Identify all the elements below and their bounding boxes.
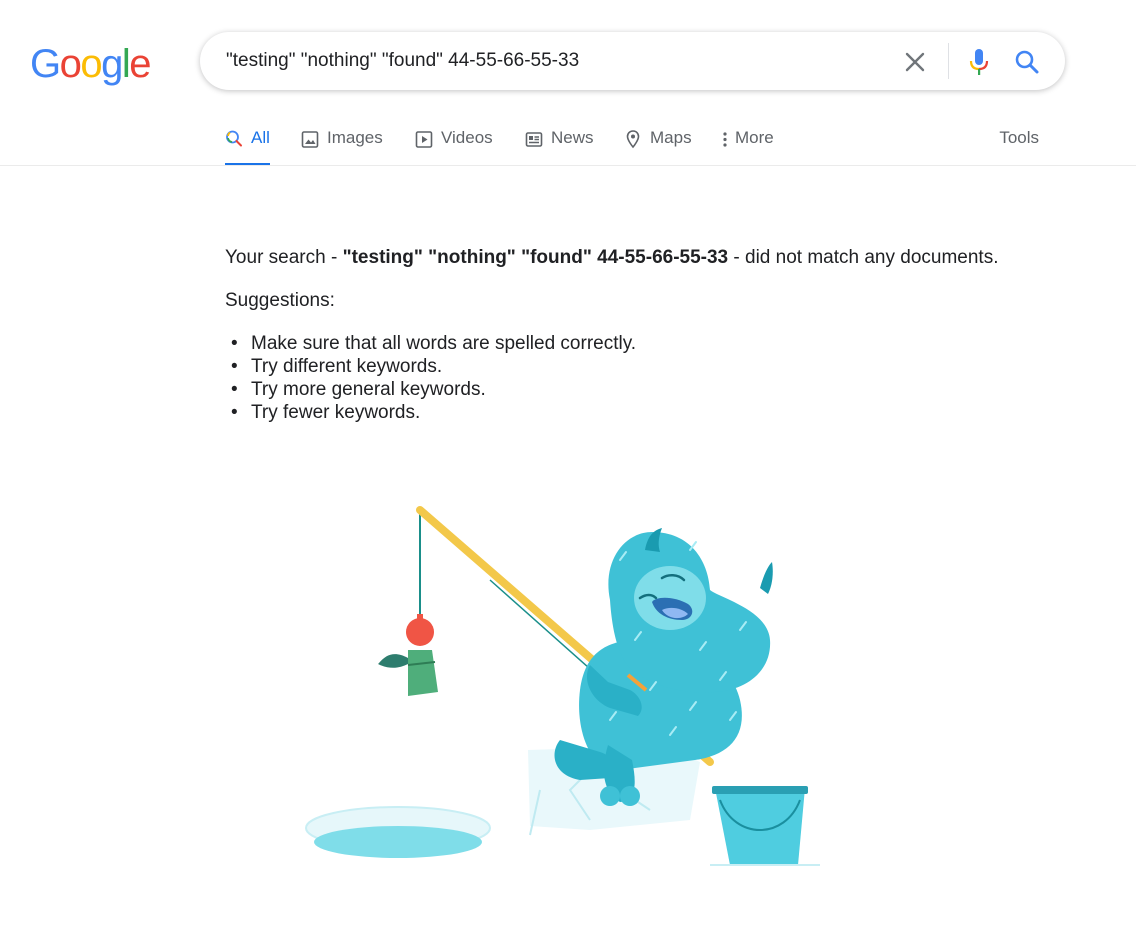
search-submit-button[interactable] (1012, 47, 1042, 77)
logo-letter: g (101, 42, 123, 86)
tools-button[interactable]: Tools (999, 118, 1039, 166)
no-results-text: Your search - "testing" "nothing" "found… (225, 246, 1085, 270)
no-results-prefix: Your search - (225, 247, 343, 268)
search-tabs: All Images Videos News Maps More Tools (225, 118, 1045, 166)
search-icon (226, 130, 242, 147)
search-input[interactable] (226, 32, 876, 90)
google-logo[interactable]: Google (30, 40, 151, 88)
suggestion-item: Try fewer keywords. (225, 401, 1085, 424)
no-results-message: Your search - "testing" "nothing" "found… (225, 246, 1085, 424)
tab-videos[interactable]: Videos (415, 118, 493, 166)
logo-letter: e (129, 42, 151, 86)
header-divider (0, 165, 1136, 166)
tab-label: More (735, 128, 774, 147)
tab-label: Maps (650, 128, 692, 147)
logo-letter: o (80, 42, 102, 86)
search-icon (1015, 50, 1039, 74)
tab-label: Videos (441, 128, 493, 147)
suggestions-label: Suggestions: (225, 290, 335, 311)
no-results-suffix: - did not match any documents. (728, 247, 999, 268)
voice-search-button[interactable] (965, 47, 993, 77)
clear-search-button[interactable] (900, 47, 930, 77)
tab-label: All (251, 128, 270, 147)
map-pin-icon (626, 130, 640, 149)
tab-more[interactable]: More (721, 118, 774, 166)
news-icon (525, 132, 543, 147)
suggestion-item: Try more general keywords. (225, 378, 1085, 401)
suggestion-item: Try different keywords. (225, 355, 1085, 378)
logo-letter: o (59, 42, 82, 86)
tab-label: News (551, 128, 594, 147)
image-icon (301, 131, 319, 148)
more-vert-icon (723, 132, 727, 147)
tab-label: Images (327, 128, 383, 147)
play-icon (415, 131, 433, 148)
suggestion-item: Make sure that all words are spelled cor… (225, 332, 1085, 355)
tab-images[interactable]: Images (301, 118, 383, 166)
tab-all[interactable]: All (225, 118, 270, 166)
suggestions-list: Make sure that all words are spelled cor… (225, 332, 1085, 424)
close-icon (905, 52, 925, 72)
search-box-divider (948, 43, 949, 79)
logo-letter: G (30, 42, 61, 86)
yeti-fishing-illustration (305, 506, 820, 866)
search-box (200, 32, 1065, 90)
microphone-icon (969, 49, 989, 75)
no-results-query: "testing" "nothing" "found" 44-55-66-55-… (342, 247, 729, 268)
tab-maps[interactable]: Maps (624, 118, 692, 166)
tab-news[interactable]: News (525, 118, 594, 166)
